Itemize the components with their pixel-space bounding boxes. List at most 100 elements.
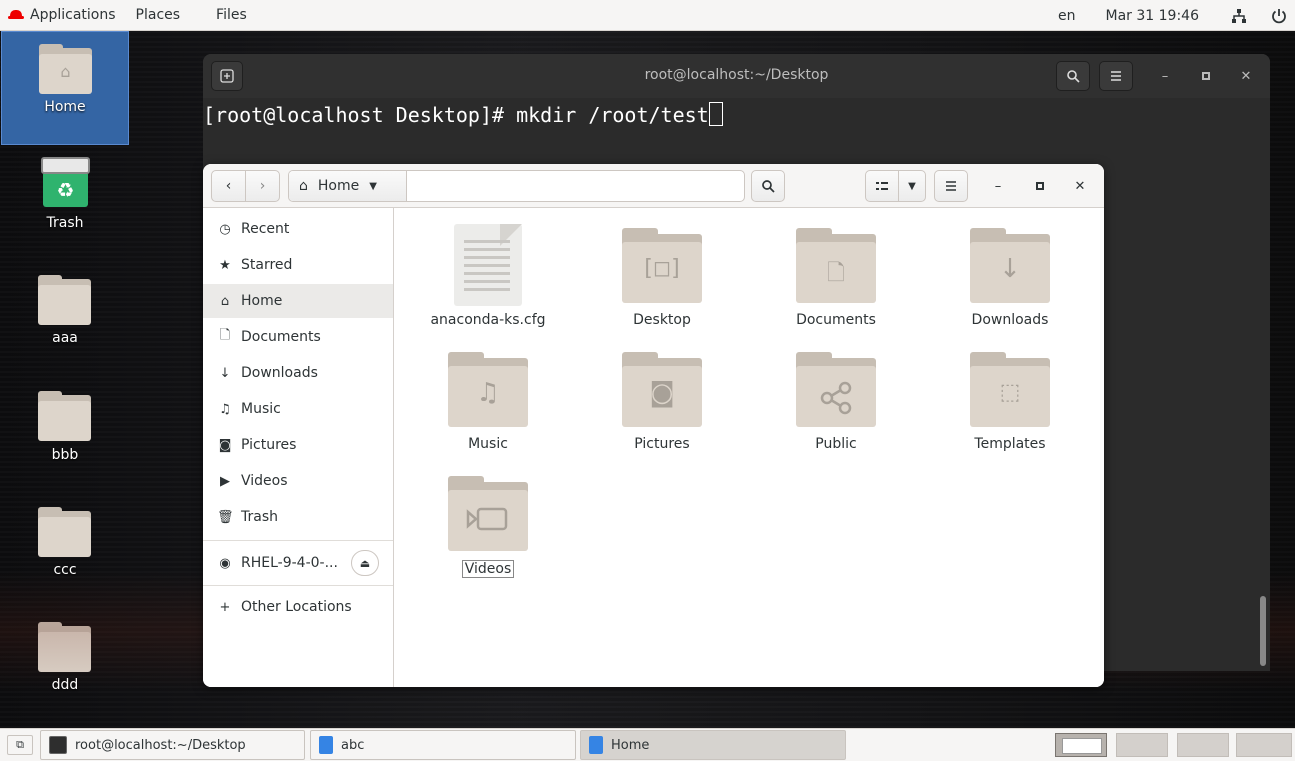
sidebar-item-label: Recent	[241, 221, 290, 237]
command-text: [root@localhost Desktop]# mkdir /root/te…	[203, 103, 709, 127]
terminal-minimize-button[interactable]: –	[1155, 66, 1175, 86]
files-maximize-button[interactable]	[1030, 176, 1050, 196]
files-search-button[interactable]	[751, 170, 785, 202]
terminal-close-button[interactable]: ✕	[1236, 66, 1256, 86]
music-icon: ♫	[219, 401, 231, 417]
view-toggle-button[interactable]	[865, 170, 899, 202]
search-icon	[1067, 70, 1080, 83]
file-item-label: Downloads	[971, 312, 1049, 328]
camera-icon: ◙	[218, 437, 232, 453]
desktop-icon-bbb[interactable]: bbb	[1, 379, 129, 493]
clock-icon: ◷	[219, 221, 231, 237]
trash-icon: ♻	[41, 157, 90, 207]
files-headerbar[interactable]: ‹ › ⌂ Home ▼ ▼ – ✕	[203, 164, 1104, 208]
task-label: root@localhost:~/Desktop	[75, 737, 246, 753]
language-indicator[interactable]: en	[1058, 8, 1076, 24]
hamburger-icon	[946, 181, 956, 191]
task-label: Home	[611, 737, 650, 753]
forward-button[interactable]: ›	[245, 170, 280, 202]
document-icon: 🗋	[219, 328, 231, 343]
desktop-icon-label: Trash	[46, 215, 84, 231]
sidebar-item-trash[interactable]: 🗑 Trash	[203, 500, 393, 534]
bottom-taskbar: ⧉ root@localhost:~/Desktop abc Home	[0, 728, 1295, 761]
close-icon: ✕	[1074, 178, 1086, 194]
terminal-icon	[49, 736, 67, 754]
sidebar-item-music[interactable]: ♫ Music	[203, 392, 393, 426]
sidebar-item-recent[interactable]: ◷ Recent	[203, 212, 393, 246]
terminal-search-button[interactable]	[1056, 61, 1090, 91]
places-menu[interactable]: Places	[126, 0, 191, 31]
files-app-menu[interactable]: Files	[190, 0, 257, 31]
terminal-titlebar[interactable]: root@localhost:~/Desktop – ✕	[203, 54, 1270, 98]
eject-button[interactable]: ⏏	[351, 550, 379, 576]
sidebar-item-videos[interactable]: ▶ Videos	[203, 464, 393, 498]
sidebar-item-label: Other Locations	[241, 599, 352, 615]
path-crumb-label: Home	[317, 178, 360, 194]
download-icon: ↓	[219, 365, 231, 381]
applications-menu[interactable]: Applications	[0, 0, 126, 31]
view-options-button[interactable]: ▼	[898, 170, 926, 202]
sidebar-item-downloads[interactable]: ↓ Downloads	[203, 356, 393, 390]
chevron-down-icon: ▼	[908, 180, 916, 192]
power-icon[interactable]	[1271, 8, 1287, 24]
terminal-menu-button[interactable]	[1099, 61, 1133, 91]
terminal-scrollbar[interactable]	[1256, 98, 1268, 671]
workspace-1[interactable]	[1055, 733, 1107, 757]
share-folder-icon	[796, 352, 876, 427]
workspace-2[interactable]	[1116, 733, 1168, 757]
videos-folder-icon	[448, 476, 528, 551]
close-icon: ✕	[1240, 68, 1252, 84]
task-terminal[interactable]: root@localhost:~/Desktop	[40, 730, 305, 760]
sidebar-item-starred[interactable]: ★ Starred	[203, 248, 393, 282]
files-close-button[interactable]: ✕	[1070, 176, 1090, 196]
sidebar-item-label: Music	[241, 401, 281, 417]
back-button[interactable]: ‹	[211, 170, 246, 202]
file-item-label: Videos	[408, 560, 568, 578]
sidebar-item-pictures[interactable]: ◙ Pictures	[203, 428, 393, 462]
folder-icon	[38, 391, 91, 441]
desktop-icon-ccc[interactable]: ccc	[1, 495, 129, 609]
applications-label: Applications	[30, 7, 116, 23]
terminal-scrollbar-thumb[interactable]	[1260, 596, 1266, 666]
desktop-icon-trash[interactable]: ♻ Trash	[1, 147, 129, 261]
file-manager-icon	[589, 736, 603, 754]
clock[interactable]: Mar 31 19:46	[1106, 8, 1199, 24]
redhat-logo-icon	[8, 10, 24, 20]
list-view-icon	[876, 182, 888, 190]
terminal-maximize-button[interactable]	[1196, 66, 1216, 86]
sidebar-item-other-locations[interactable]: + Other Locations	[203, 590, 393, 624]
desktop-icon-label: aaa	[52, 330, 78, 346]
path-bar[interactable]: ⌂ Home ▼	[288, 170, 745, 202]
hamburger-icon	[1111, 71, 1121, 81]
desktop-icon-home[interactable]: ⌂ Home	[1, 31, 129, 145]
home-icon: ⌂	[220, 293, 230, 309]
file-item-label: Music	[468, 436, 508, 452]
pictures-folder-icon: ◙	[622, 352, 702, 427]
minimize-icon: –	[1161, 68, 1169, 84]
home-icon: ⌂	[299, 178, 308, 194]
task-abc[interactable]: abc	[310, 730, 576, 760]
sidebar-item-home[interactable]: ⌂ Home	[203, 284, 393, 318]
workspace-3[interactable]	[1177, 733, 1229, 757]
show-desktop-button[interactable]: ⧉	[7, 735, 33, 755]
files-menu-button[interactable]	[934, 170, 968, 202]
files-window[interactable]: ‹ › ⌂ Home ▼ ▼ – ✕ ◷ Recent ★ Starred ⌂ Hom…	[203, 164, 1104, 687]
minimize-icon: –	[994, 178, 1002, 194]
files-minimize-button[interactable]: –	[988, 176, 1008, 196]
sidebar-item-label: Trash	[241, 509, 278, 525]
show-desktop-icon: ⧉	[16, 738, 24, 751]
desktop-icon-label: Home	[44, 99, 86, 115]
task-home[interactable]: Home	[580, 730, 846, 760]
plus-icon: +	[219, 599, 231, 615]
workspace-4[interactable]	[1236, 733, 1292, 757]
desktop-icon-ddd[interactable]: ddd	[1, 610, 129, 724]
sidebar-item-label: Downloads	[241, 365, 318, 381]
sidebar-item-documents[interactable]: 🗋 Documents	[203, 320, 393, 354]
video-icon: ▶	[220, 473, 230, 489]
network-icon[interactable]	[1231, 8, 1247, 24]
sidebar-item-label: RHEL-9-4-0-...	[241, 555, 338, 571]
home-folder-icon: ⌂	[39, 44, 92, 94]
path-crumb-home[interactable]: ⌂ Home ▼	[289, 171, 407, 201]
desktop-icon-aaa[interactable]: aaa	[1, 263, 129, 377]
sidebar-item-rhel-disc[interactable]: ◉ RHEL-9-4-0-... ⏏	[203, 546, 393, 580]
